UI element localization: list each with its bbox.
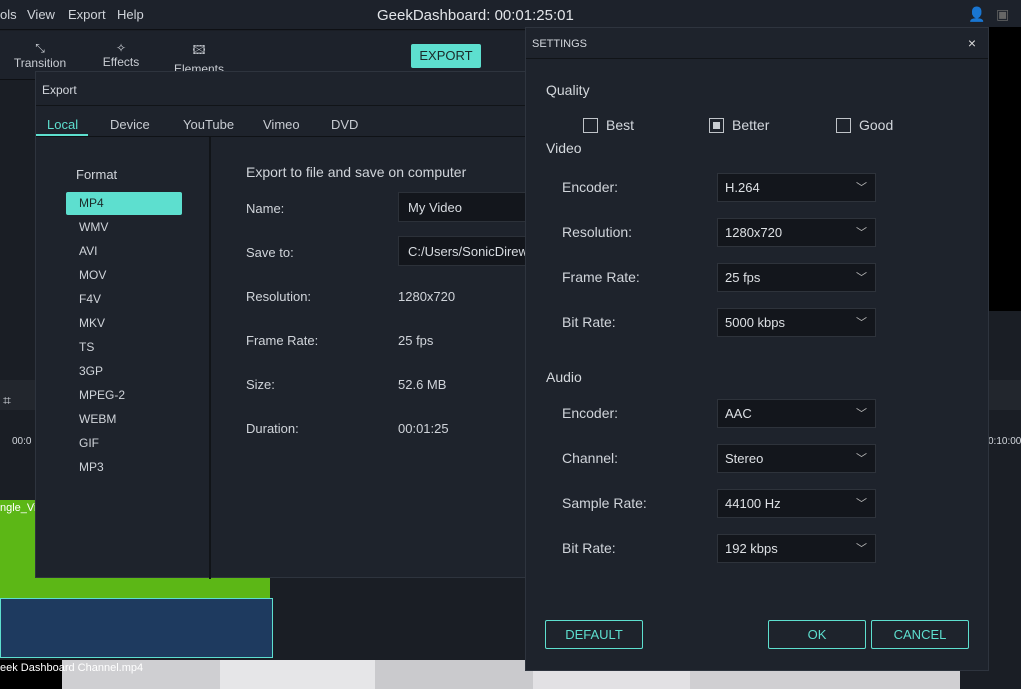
audio-setting-label: Channel:	[562, 450, 619, 466]
ok-button[interactable]: OK	[768, 620, 866, 649]
format-item[interactable]: MOV	[66, 264, 182, 287]
export-heading: Export to file and save on computer	[246, 164, 467, 180]
transition-icon: ⤡	[35, 41, 45, 55]
format-item[interactable]: WEBM	[66, 408, 182, 431]
effects-tool[interactable]: ✧ Effects	[81, 41, 161, 69]
video-setting-dropdown[interactable]: 1280x720 ﹀	[717, 218, 876, 247]
dropdown-value: H.264	[725, 180, 760, 195]
audio-setting-dropdown[interactable]: AAC ﹀	[717, 399, 876, 428]
crop-icon[interactable]: ⌗	[3, 392, 11, 409]
dropdown-value: 1280x720	[725, 225, 783, 240]
transition-tool[interactable]: ⤡ Transition	[0, 41, 80, 70]
format-item[interactable]: MP3	[66, 456, 182, 479]
chevron-down-icon: ﹀	[856, 317, 867, 329]
export-dialog: Export Local Device YouTube Vimeo DVD Fo…	[35, 71, 548, 579]
size-label: Size:	[246, 377, 275, 392]
format-item[interactable]: MPEG-2	[66, 384, 182, 407]
user-icon[interactable]: 👤	[968, 6, 985, 23]
audio-setting-dropdown[interactable]: 192 kbps ﹀	[717, 534, 876, 563]
menu-bar: ols View Export Help GeekDashboard: 00:0…	[0, 0, 1021, 30]
resolution-label: Resolution:	[246, 289, 312, 304]
format-item[interactable]: WMV	[66, 216, 182, 239]
chevron-down-icon: ﹀	[856, 453, 867, 465]
settings-title: SETTINGS	[526, 28, 988, 59]
menu-tools[interactable]: ols	[0, 7, 17, 22]
format-item[interactable]: TS	[66, 336, 182, 359]
quality-best-checkbox[interactable]: Best	[583, 117, 634, 133]
dropdown-value: Stereo	[725, 451, 764, 466]
format-item[interactable]: MP4	[66, 192, 182, 215]
dropdown-value: 5000 kbps	[725, 315, 785, 330]
tab-local[interactable]: Local	[47, 117, 78, 132]
dropdown-value: AAC	[725, 406, 752, 421]
menu-export[interactable]: Export	[68, 7, 106, 22]
cancel-button[interactable]: CANCEL	[871, 620, 969, 649]
audio-setting-dropdown[interactable]: 44100 Hz ﹀	[717, 489, 876, 518]
save-to-label: Save to:	[246, 245, 294, 260]
size-value: 52.6 MB	[398, 377, 447, 392]
tab-dvd[interactable]: DVD	[331, 117, 358, 132]
audio-clip[interactable]	[0, 598, 273, 658]
clip-label: eek Dashboard Channel.mp4	[0, 662, 144, 674]
quality-better-checkbox[interactable]: Better	[709, 117, 769, 133]
window-title: GeekDashboard: 00:01:25:01	[377, 7, 574, 24]
duration-value: 00:01:25	[398, 421, 449, 436]
close-icon[interactable]: ×	[968, 35, 976, 51]
audio-setting-label: Sample Rate:	[562, 495, 647, 511]
save-icon[interactable]: ▣	[996, 6, 1009, 23]
dropdown-value: 25 fps	[725, 270, 761, 285]
format-item[interactable]: AVI	[66, 240, 182, 263]
audio-setting-label: Encoder:	[562, 405, 619, 421]
time-ruler-label: 0:10:00	[988, 436, 1021, 447]
video-setting-label: Frame Rate:	[562, 269, 640, 285]
audio-heading: Audio	[546, 369, 582, 385]
duration-label: Duration:	[246, 421, 299, 436]
menu-view[interactable]: View	[27, 7, 55, 22]
format-item[interactable]: F4V	[66, 288, 182, 311]
resolution-value: 1280x720	[398, 289, 456, 304]
tab-device[interactable]: Device	[110, 117, 150, 132]
default-button[interactable]: DEFAULT	[545, 620, 643, 649]
audio-setting-label: Bit Rate:	[562, 540, 616, 556]
format-item[interactable]: 3GP	[66, 360, 182, 383]
video-setting-label: Encoder:	[562, 179, 619, 195]
tab-youtube[interactable]: YouTube	[183, 117, 234, 132]
format-heading: Format	[76, 167, 118, 182]
dropdown-value: 44100 Hz	[725, 496, 781, 511]
chevron-down-icon: ﹀	[856, 227, 867, 239]
tab-vimeo[interactable]: Vimeo	[263, 117, 300, 132]
video-setting-label: Resolution:	[562, 224, 633, 240]
video-setting-dropdown[interactable]: H.264 ﹀	[717, 173, 876, 202]
quality-heading: Quality	[546, 82, 590, 98]
video-setting-dropdown[interactable]: 5000 kbps ﹀	[717, 308, 876, 337]
chevron-down-icon: ﹀	[856, 272, 867, 284]
menu-help[interactable]: Help	[117, 7, 144, 22]
dialog-title: Export	[36, 72, 539, 106]
video-setting-dropdown[interactable]: 25 fps ﹀	[717, 263, 876, 292]
export-button[interactable]: EXPORT	[411, 44, 481, 68]
elements-icon: 🖾	[192, 43, 206, 57]
video-heading: Video	[546, 140, 582, 156]
chevron-down-icon: ﹀	[856, 498, 867, 510]
chevron-down-icon: ﹀	[856, 182, 867, 194]
effects-icon: ✧	[115, 41, 127, 55]
format-list: Format MP4 WMV AVI MOV F4V MKV TS 3GP MPEG-2 WEBM…	[36, 137, 211, 579]
settings-dialog: SETTINGS × Quality Best Better Good Vide…	[525, 27, 989, 671]
framerate-label: Frame Rate:	[246, 333, 319, 348]
chevron-down-icon: ﹀	[856, 408, 867, 420]
format-item[interactable]: MKV	[66, 312, 182, 335]
quality-good-checkbox[interactable]: Good	[836, 117, 893, 133]
chevron-down-icon: ﹀	[856, 543, 867, 555]
video-setting-label: Bit Rate:	[562, 314, 616, 330]
name-label: Name:	[246, 201, 285, 216]
dropdown-value: 192 kbps	[725, 541, 778, 556]
format-item[interactable]: GIF	[66, 432, 182, 455]
audio-setting-dropdown[interactable]: Stereo ﹀	[717, 444, 876, 473]
preview-screen	[989, 27, 1021, 311]
framerate-value: 25 fps	[398, 333, 434, 348]
time-ruler-label: 00:0	[12, 436, 32, 447]
